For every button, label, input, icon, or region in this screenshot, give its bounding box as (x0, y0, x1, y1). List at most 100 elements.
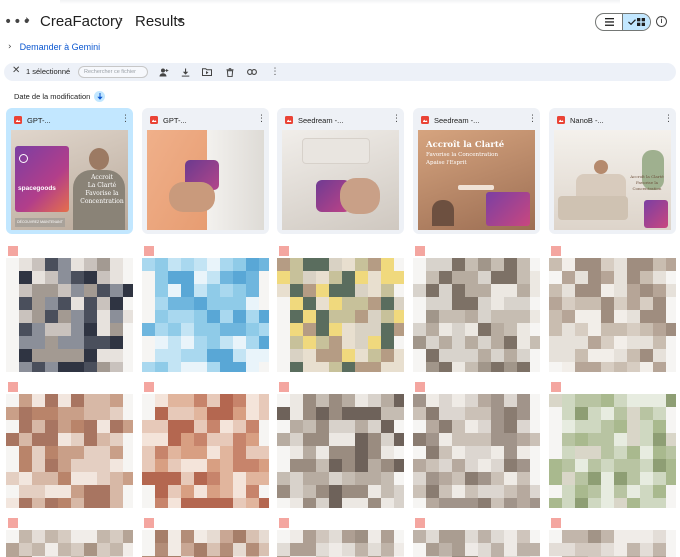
blurred-file-card[interactable] (6, 380, 133, 508)
blurred-file-card[interactable] (142, 244, 269, 372)
file-name: Seedream -... (298, 115, 344, 125)
trash-icon[interactable] (224, 66, 236, 78)
thumbnail-pixel (426, 459, 439, 472)
thumbnail-pixel (355, 459, 368, 472)
thumbnail-pixel (478, 394, 491, 407)
move-to-folder-icon[interactable] (201, 66, 213, 78)
file-card[interactable]: Seedream -... ⋮ (277, 108, 404, 234)
thumbnail-pixel (71, 297, 84, 310)
blurred-file-card[interactable] (549, 516, 676, 557)
file-search-input[interactable]: Rechercher ce fichier (78, 66, 148, 78)
grid-view-button[interactable] (622, 14, 650, 30)
thumbnail-pixel (303, 420, 316, 433)
blurred-file-card[interactable] (6, 516, 133, 557)
thumbnail-pixel (394, 297, 404, 310)
thumbnail-pixel (465, 485, 478, 498)
thumbnail-pixel (614, 349, 627, 362)
thumbnail-pixel (381, 543, 394, 556)
thumbnail-pixel (110, 543, 123, 556)
thumbnail-pixel (562, 349, 575, 362)
file-card[interactable]: Seedream -... ⋮ Accroît la Clarté Favori… (413, 108, 540, 234)
thumbnail-pixel (6, 485, 19, 498)
add-person-icon[interactable] (158, 66, 170, 78)
thumbnail-pixel (368, 433, 381, 446)
blurred-file-card[interactable] (549, 244, 676, 372)
thumbnail-pixel (588, 284, 601, 297)
sort-control[interactable]: Date de la modification (14, 91, 106, 102)
image-file-icon (279, 246, 289, 256)
thumbnail-pixel (342, 323, 355, 336)
more-vert-icon[interactable]: ⋮ (121, 113, 130, 125)
list-view-button[interactable] (596, 14, 622, 30)
thumbnail-pixel (368, 362, 381, 372)
more-vert-icon[interactable]: ⋮ (392, 113, 401, 125)
thumbnail-pixel (342, 336, 355, 349)
arrow-down-icon[interactable] (94, 91, 106, 102)
ask-gemini-row[interactable]: › Demander à Gemini (8, 42, 100, 52)
breadcrumb-creafactory[interactable]: CreaFactory (40, 13, 123, 30)
blurred-file-card[interactable] (277, 244, 404, 372)
thumbnail-pixel (142, 394, 155, 407)
link-icon[interactable] (246, 66, 258, 78)
thumbnail-pixel (181, 362, 194, 372)
file-card[interactable]: NanoB -... ⋮ Accroît la Clarté Favorise … (549, 108, 676, 234)
thumbnail-pixel (666, 271, 676, 284)
thumbnail-pixel (562, 530, 575, 543)
thumbnail-pixel (355, 336, 368, 349)
more-vert-icon[interactable]: ⋮ (664, 113, 673, 125)
view-toggle[interactable] (595, 13, 651, 31)
blurred-file-card[interactable] (142, 380, 269, 508)
sort-label[interactable]: Date de la modification (14, 92, 90, 101)
thumbnail-pixel (6, 543, 19, 556)
thumbnail-pixel (155, 394, 168, 407)
thumbnail-pixel (45, 472, 58, 485)
thumbnail-pixel (368, 407, 381, 420)
more-vert-icon[interactable]: ⋮ (528, 113, 537, 125)
info-icon[interactable]: i (656, 16, 667, 27)
close-icon[interactable]: ✕ (12, 65, 20, 76)
blurred-file-card[interactable] (413, 516, 540, 557)
blurred-file-card[interactable] (142, 516, 269, 557)
thumbnail-pixel (123, 433, 133, 446)
thumbnail-pixel (233, 530, 246, 543)
thumbnail-pixel (290, 297, 303, 310)
blurred-file-card[interactable] (277, 516, 404, 557)
thumbnail-pixel (426, 485, 439, 498)
thumbnail-pixel (439, 446, 452, 459)
thumbnail-pixel (303, 284, 316, 297)
thumbnail-pixel (342, 446, 355, 459)
blurred-file-card[interactable] (413, 380, 540, 508)
thumbnail-pixel (517, 271, 530, 284)
thumbnail-pixel (549, 323, 562, 336)
file-card[interactable]: GPT-... ⋮ spacegoods Accroit La Clarté F… (6, 108, 133, 234)
thumbnail-pixel (329, 349, 342, 362)
thumbnail-pixel (123, 485, 133, 498)
thumbnail-pixel (413, 284, 426, 297)
blurred-file-card[interactable] (277, 380, 404, 508)
blurred-file-card[interactable] (413, 244, 540, 372)
thumbnail-pixel (97, 323, 110, 336)
thumbnail-pixel (58, 394, 71, 407)
thumbnail-pixel (452, 284, 465, 297)
thumbnail-pixel (426, 336, 439, 349)
download-icon[interactable] (179, 66, 191, 78)
ask-gemini-link[interactable]: Demander à Gemini (20, 42, 101, 52)
thumbnail-pixel (220, 472, 233, 485)
blurred-file-card[interactable] (549, 380, 676, 508)
thumbnail-pixel (207, 543, 220, 556)
thumbnail-pixel (45, 284, 58, 297)
thumbnail-pixel (277, 349, 290, 362)
file-card[interactable]: GPT-... ⋮ (142, 108, 269, 234)
more-vert-icon[interactable]: ⋮ (257, 113, 266, 125)
thumbnail-pixel (575, 394, 588, 407)
thumbnail-pixel (303, 459, 316, 472)
thumbnail-pixel (97, 407, 110, 420)
thumbnail-pixel (19, 362, 32, 372)
blurred-file-card[interactable] (6, 244, 133, 372)
thumbnail-pixel (517, 472, 530, 485)
thumbnail-pixel (465, 362, 478, 372)
thumbnail-pixel (277, 433, 290, 446)
caret-down-icon[interactable] (177, 19, 183, 23)
more-vert-icon[interactable]: ⋮ (269, 66, 281, 78)
thumbnail-pixel (627, 459, 640, 472)
